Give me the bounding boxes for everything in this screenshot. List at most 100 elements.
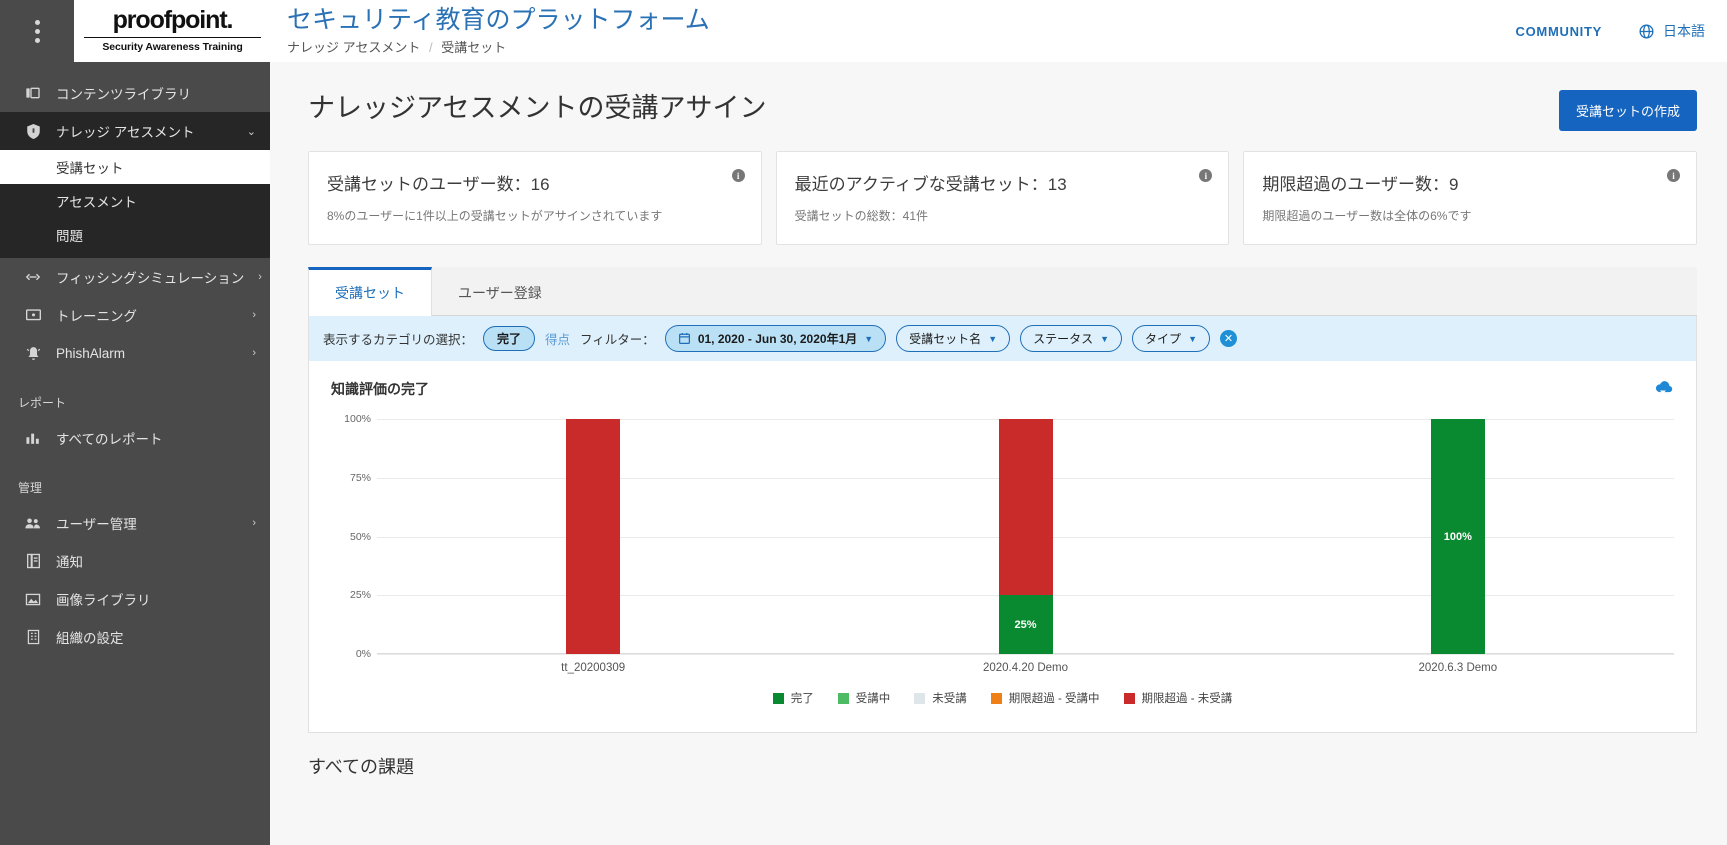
- breadcrumb-item-1[interactable]: 受講セット: [441, 40, 506, 55]
- chevron-right-icon: ›: [252, 517, 256, 529]
- chart-bar-column[interactable]: 25%: [998, 419, 1053, 654]
- chart-legend-label: 未受講: [932, 693, 967, 705]
- chart-bar-segment[interactable]: 100%: [1430, 419, 1485, 654]
- logo-divider: [84, 36, 261, 38]
- sidebar-item-organization-settings[interactable]: 組織の設定: [0, 618, 270, 656]
- sidebar-item-phishing-simulation[interactable]: フィッシングシミュレーション ›: [0, 258, 270, 296]
- chevron-down-icon: ▼: [1188, 333, 1197, 344]
- sidebar-item-label: フィッシングシミュレーション: [56, 271, 245, 286]
- sidebar-item-training[interactable]: トレーニング ›: [0, 296, 270, 334]
- chart-legend-swatch: [772, 692, 784, 704]
- page-title: ナレッジアセスメントの受講アサイン: [308, 93, 767, 123]
- tab-user-enrollment[interactable]: ユーザー登録: [432, 267, 568, 315]
- chart-bar-segment[interactable]: [566, 419, 621, 654]
- filter-pill-label: 受講セット名: [909, 332, 982, 346]
- panel: 表示するカテゴリの選択： 完了 得点 フィルター： 01, 2020 - Jun…: [308, 316, 1697, 733]
- sidebar-item-content-library[interactable]: コンテンツライブラリ: [0, 74, 270, 112]
- sidebar-item-image-library[interactable]: 画像ライブラリ: [0, 580, 270, 618]
- chart-legend-item[interactable]: 未受講: [914, 690, 967, 706]
- chart-x-axis-labels: tt_20200309 2020.4.20 Demo 2020.6.3 Demo: [377, 654, 1674, 680]
- stat-card-title: 最近のアクティブな受講セット：13: [794, 175, 1067, 194]
- image-icon: [24, 592, 42, 607]
- sidebar-item-label: コンテンツライブラリ: [56, 87, 191, 102]
- stat-card-title: 期限超過のユーザー数：9: [1262, 175, 1459, 194]
- info-icon[interactable]: i: [1667, 169, 1681, 182]
- sidebar-subitem-label: 問題: [56, 229, 83, 244]
- sidebar-submenu: 受講セット アセスメント 問題: [0, 150, 270, 258]
- sidebar-subitem-questions[interactable]: 問題: [0, 218, 270, 252]
- title-area: セキュリティ教育のプラットフォーム ナレッジ アセスメント / 受講セット: [271, 0, 1516, 62]
- sidebar-item-knowledge-assessment[interactable]: ナレッジ アセスメント ⌄: [0, 112, 270, 150]
- stat-card-subtitle: 期限超過のユーザー数は全体の6%です: [1262, 209, 1472, 223]
- chevron-down-icon: ▼: [864, 333, 874, 344]
- filter-pill-assignment-name[interactable]: 受講セット名 ▼: [896, 325, 1011, 352]
- building-icon: [24, 629, 42, 645]
- breadcrumb-item-0[interactable]: ナレッジ アセスメント: [287, 40, 420, 55]
- chevron-down-icon: ▼: [988, 333, 998, 344]
- chart-title: 知識評価の完了: [331, 381, 429, 397]
- main-content: ナレッジアセスメントの受講アサイン 受講セットの作成 受講セットのユーザー数：1…: [270, 62, 1727, 845]
- info-icon[interactable]: i: [1199, 169, 1213, 182]
- sidebar-section-reports: レポート: [18, 396, 67, 410]
- chart-x-tick-label: 2020.4.20 Demo: [982, 662, 1069, 674]
- top-bar-actions: COMMUNITY 日本語: [1516, 0, 1727, 62]
- stat-card-subtitle: 8%のユーザーに1件以上の受講セットがアサインされています: [327, 209, 663, 223]
- filter-pill-status[interactable]: ステータス ▼: [1020, 325, 1123, 352]
- download-cloud-icon[interactable]: [1652, 379, 1674, 396]
- chart-legend-item[interactable]: 期限超過 - 受講中: [990, 690, 1100, 706]
- chart-y-tick-label: 25%: [349, 589, 371, 602]
- breadcrumb-separator: /: [428, 39, 433, 55]
- bar-chart-icon: [24, 431, 42, 445]
- filter-pill-type[interactable]: タイプ ▼: [1132, 325, 1210, 352]
- sidebar-item-user-management[interactable]: ユーザー管理 ›: [0, 504, 270, 542]
- chart-legend-swatch: [837, 692, 849, 704]
- filter-bar: 表示するカテゴリの選択： 完了 得点 フィルター： 01, 2020 - Jun…: [309, 316, 1696, 361]
- chart-legend-item[interactable]: 受講中: [837, 690, 890, 706]
- logo-tagline: Security Awareness Training: [102, 40, 243, 53]
- chart-bar-column[interactable]: [566, 419, 621, 654]
- sidebar-item-label: 組織の設定: [56, 631, 124, 646]
- chart-legend-swatch: [1123, 692, 1135, 704]
- chart-legend: 完了 受講中 未受講 期限超過 - 受講中 期限超過 - 未受講: [331, 680, 1674, 726]
- sidebar-item-label: ナレッジ アセスメント: [56, 125, 195, 140]
- stat-card-users-in-assignments: 受講セットのユーザー数：16 8%のユーザーに1件以上の受講セットがアサインされ…: [308, 151, 762, 245]
- stat-card-recent-active-assignments: 最近のアクティブな受講セット：13 受講セットの総数：41件 i: [775, 151, 1230, 245]
- filter-pill-date-range[interactable]: 01, 2020 - Jun 30, 2020年1月 ▼: [664, 325, 887, 352]
- chart-legend-label: 期限超過 - 未受講: [1141, 693, 1233, 705]
- category-select-label: 表示するカテゴリの選択：: [323, 333, 474, 347]
- language-label: 日本語: [1663, 23, 1705, 39]
- sidebar-item-label: ユーザー管理: [56, 517, 137, 532]
- sidebar-subitem-training-assignments[interactable]: 受講セット: [0, 150, 270, 184]
- community-link[interactable]: COMMUNITY: [1516, 24, 1602, 39]
- info-icon[interactable]: i: [731, 169, 745, 182]
- chart-y-tick-label: 0%: [355, 648, 371, 660]
- chart-bar-segment[interactable]: 25%: [998, 595, 1053, 654]
- filter-pill-label: ステータス: [1033, 332, 1094, 346]
- link-icon: [24, 270, 42, 284]
- sidebar-item-notifications[interactable]: 通知: [0, 542, 270, 580]
- category-link-score[interactable]: 得点: [545, 329, 570, 348]
- chart-bar-column[interactable]: 100%: [1430, 419, 1485, 654]
- body-row: コンテンツライブラリ ナレッジ アセスメント ⌄ 受講セット アセスメント 問題…: [0, 62, 1727, 845]
- chart-legend-item[interactable]: 完了: [772, 690, 814, 706]
- sidebar-item-phishalarm[interactable]: PhishAlarm ›: [0, 334, 270, 372]
- chart-legend-item[interactable]: 期限超過 - 未受講: [1123, 690, 1233, 706]
- clear-filters-icon[interactable]: ✕: [1219, 330, 1237, 347]
- calendar-icon: [678, 332, 691, 345]
- language-selector[interactable]: 日本語: [1638, 21, 1705, 41]
- shield-icon: [24, 123, 42, 140]
- sidebar-item-all-reports[interactable]: すべてのレポート: [0, 419, 270, 457]
- chart-bar-segment[interactable]: [998, 419, 1053, 596]
- filter-label: フィルター：: [580, 333, 655, 347]
- kebab-menu-button[interactable]: [0, 0, 74, 62]
- sidebar-subitem-assessments[interactable]: アセスメント: [0, 184, 270, 218]
- globe-icon: [1638, 23, 1655, 40]
- proofpoint-logo[interactable]: proofpoint. Security Awareness Training: [74, 0, 271, 62]
- category-pill-completed[interactable]: 完了: [483, 326, 536, 351]
- kebab-menu-icon: [34, 19, 40, 43]
- tab-training-assignments[interactable]: 受講セット: [308, 267, 432, 316]
- create-training-assignment-button[interactable]: 受講セットの作成: [1558, 90, 1697, 131]
- users-icon: [24, 517, 42, 530]
- chart-plot-area: 0% 25% 50% 75% 100% 25% 100%: [344, 413, 1674, 660]
- all-assignments-section-title: すべての課題: [308, 757, 415, 777]
